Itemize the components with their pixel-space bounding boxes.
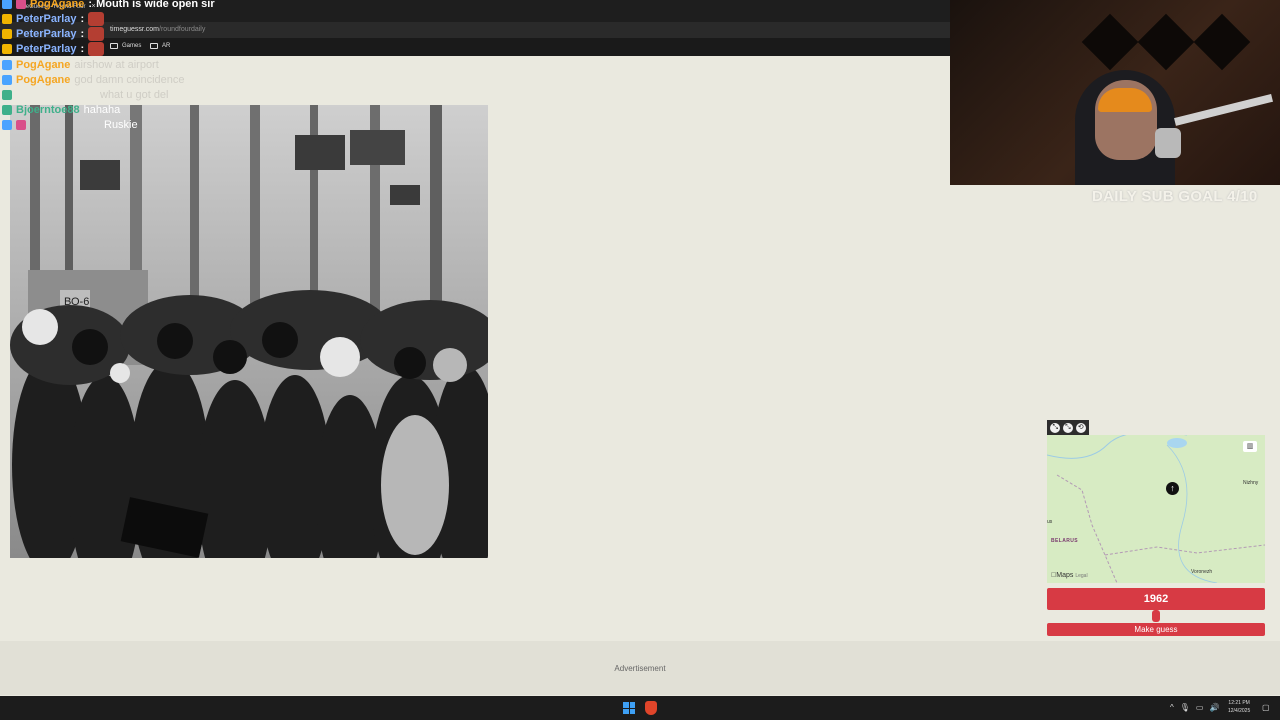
- map-layer-icon[interactable]: ▥: [1243, 441, 1257, 452]
- bookmark-label: AR: [162, 43, 171, 49]
- chat-username: PeterParlay: [16, 28, 77, 40]
- url-host: timeguessr.com: [110, 26, 160, 33]
- tray-overflow-icon[interactable]: ^: [1170, 703, 1174, 712]
- round-photo: ВО-6: [10, 105, 488, 558]
- crown-badge-icon: [2, 14, 12, 24]
- chat-message: PeterParlay:: [2, 42, 105, 56]
- network-icon[interactable]: ▭: [1196, 703, 1204, 712]
- url-path: /roundfourdaily: [159, 26, 206, 33]
- chat-badge-icon: [16, 120, 26, 130]
- chat-text: airshow at airport: [74, 59, 159, 71]
- maps-logo: Maps Legal: [1051, 572, 1088, 579]
- windows-start-icon[interactable]: [623, 702, 635, 714]
- chat-message: Bjoerntoe88 hahaha: [2, 104, 120, 116]
- microphone-icon[interactable]: 🎙: [1180, 703, 1190, 712]
- bookmark-ar[interactable]: AR: [150, 43, 170, 49]
- chat-message: Ruskie: [2, 119, 138, 131]
- shrink-map-icon[interactable]: ⤡: [1062, 422, 1073, 433]
- notification-icon[interactable]: ▢: [1262, 703, 1270, 712]
- map-controls: ⤡ ⤡ ⟲: [1047, 420, 1089, 435]
- chat-message: PogAgane: Mouth is wide open sir: [2, 0, 215, 10]
- chat-badge-icon: [2, 120, 12, 130]
- bookmark-games[interactable]: Games: [110, 43, 141, 49]
- chat-username: PogAgane: [16, 74, 71, 86]
- ad-label: Advertisement: [614, 664, 666, 673]
- chat-badge-icon: [2, 60, 12, 70]
- acoustic-panel: [1193, 13, 1251, 71]
- guess-map[interactable]: Nizhny BELARUS us Voronezh Maps Legal ▥…: [1047, 435, 1265, 583]
- streamer-beanie: [1098, 88, 1152, 112]
- taskbar-clock[interactable]: 12:21 PM 12/4/2025: [1228, 699, 1250, 715]
- chat-badge-icon: [2, 90, 12, 100]
- sub-goal-text: DAILY SUB GOAL 4/10: [1092, 188, 1258, 205]
- chat-text: hahaha: [83, 104, 121, 116]
- chat-text: Mouth is wide open sir: [96, 0, 215, 10]
- taskbar: ^ 🎙 ▭ 🔊 12:21 PM 12/4/2025 ▢: [0, 696, 1280, 720]
- map-city-label: Voronezh: [1191, 569, 1213, 575]
- crown-badge-icon: [2, 29, 12, 39]
- chat-text: what u got del: [100, 89, 169, 101]
- system-tray: ^ 🎙 ▭ 🔊: [1170, 703, 1219, 712]
- chat-text: Ruskie: [104, 119, 138, 131]
- map-country-label: BELARUS: [1051, 538, 1078, 544]
- chat-message: PogAgane airshow at airport: [2, 59, 159, 71]
- acoustic-panel: [1137, 13, 1195, 71]
- crown-badge-icon: [2, 44, 12, 54]
- address-bar[interactable]: timeguessr.com/roundfourdaily: [0, 22, 950, 38]
- chat-username: Bjoerntoe88: [16, 104, 80, 116]
- ad-zone: Advertisement: [0, 641, 1280, 695]
- chat-emote-icon: [88, 42, 105, 56]
- chat-emote-icon: [88, 12, 105, 26]
- folder-icon: [150, 43, 158, 49]
- bookmarks-bar: Games AR: [0, 38, 950, 56]
- chat-username: PogAgane: [30, 0, 85, 10]
- expand-map-icon[interactable]: ⤡: [1050, 422, 1061, 433]
- chat-message: PeterParlay:: [2, 27, 105, 41]
- map-edge-label: us: [1047, 519, 1053, 525]
- url-text[interactable]: timeguessr.com/roundfourdaily: [110, 26, 205, 33]
- bookmark-label: Games: [122, 43, 142, 49]
- clock-date: 12/4/2025: [1228, 708, 1251, 714]
- chat-message: what u got del: [2, 89, 169, 101]
- mic-arm: [1174, 93, 1273, 126]
- webcam-feed: [950, 0, 1280, 185]
- chat-text: god damn coincidence: [74, 74, 185, 86]
- chat-message: PeterParlay:: [2, 12, 105, 26]
- chat-username: PeterParlay: [16, 13, 77, 25]
- year-slider[interactable]: [1047, 610, 1265, 622]
- folder-icon: [110, 43, 118, 49]
- chat-username: PeterParlay: [16, 43, 77, 55]
- chat-emote-icon: [88, 27, 105, 41]
- pin-map-icon[interactable]: ⟲: [1075, 422, 1086, 433]
- chat-badge-icon: [16, 0, 26, 9]
- map-pin-icon[interactable]: ↑: [1166, 482, 1179, 495]
- chat-username: PogAgane: [16, 59, 71, 71]
- year-slider-thumb[interactable]: [1152, 610, 1160, 622]
- brave-browser-icon[interactable]: [645, 701, 657, 715]
- acoustic-panel: [1081, 13, 1139, 71]
- make-guess-button[interactable]: Make guess: [1047, 623, 1265, 636]
- map-city-label: Nizhny: [1243, 480, 1259, 486]
- year-display: 1962: [1047, 588, 1265, 610]
- clock-time: 12:21 PM: [1228, 700, 1250, 706]
- volume-icon[interactable]: 🔊: [1209, 703, 1219, 712]
- chat-badge-icon: [2, 75, 12, 85]
- chat-message: PogAgane god damn coincidence: [2, 74, 184, 86]
- chat-badge-icon: [2, 105, 12, 115]
- microphone: [1155, 128, 1181, 158]
- chat-badge-icon: [2, 0, 12, 9]
